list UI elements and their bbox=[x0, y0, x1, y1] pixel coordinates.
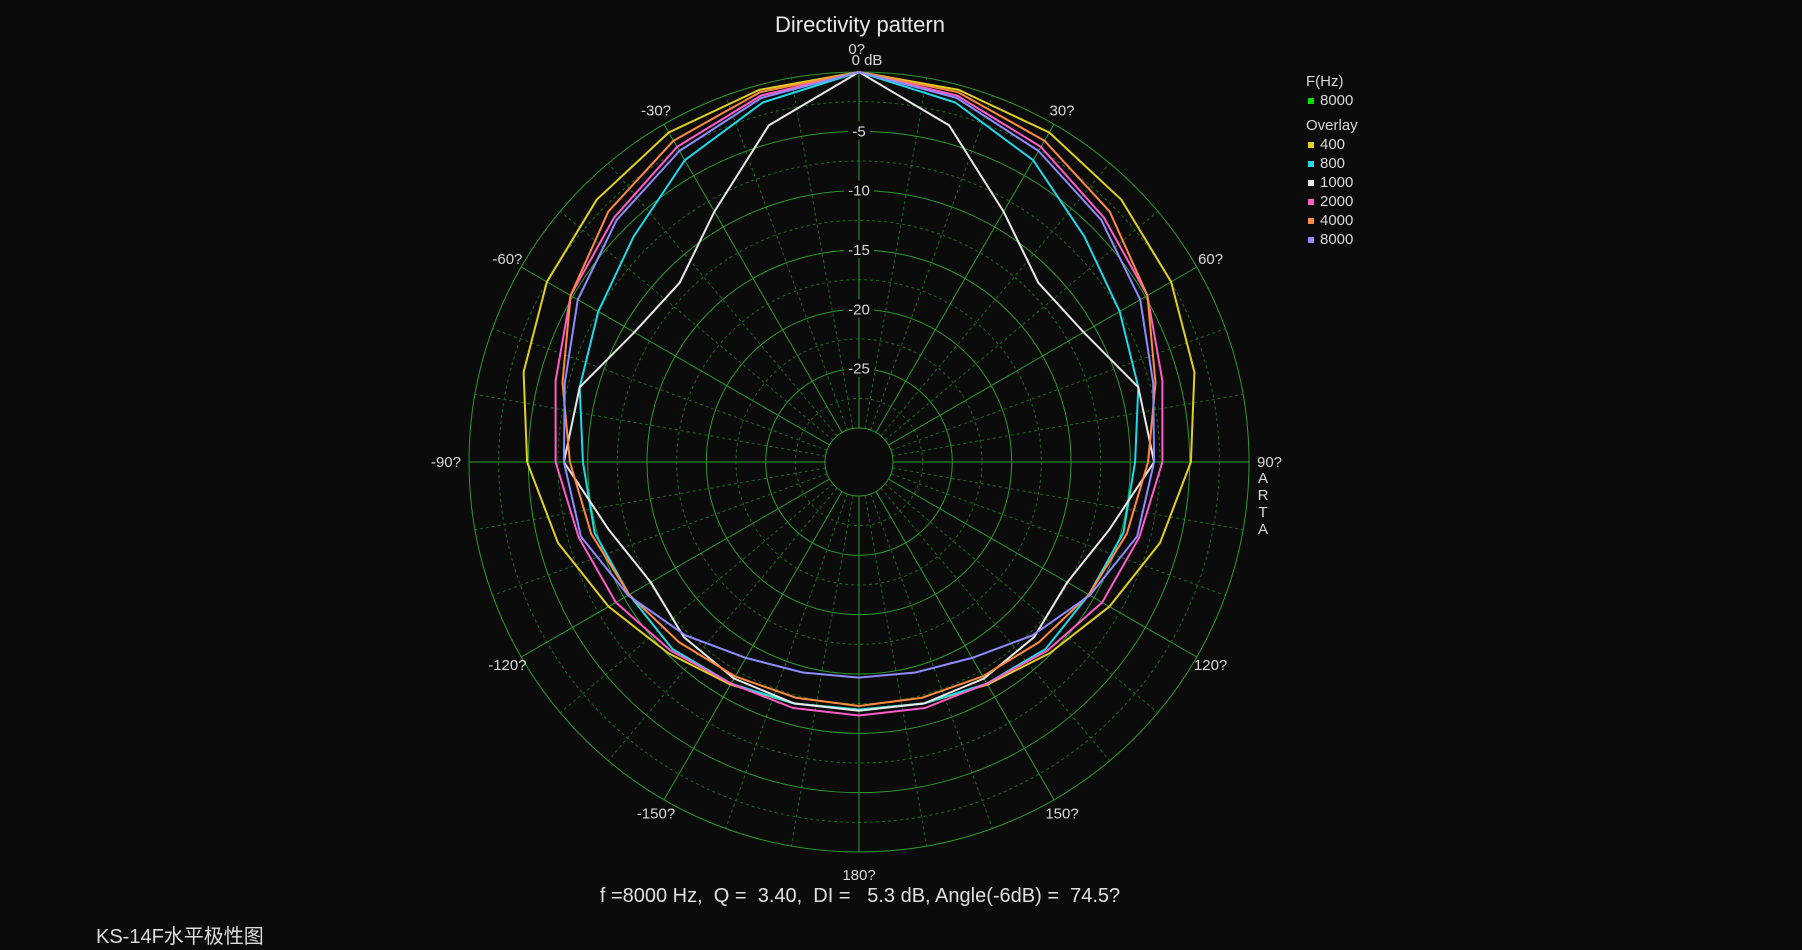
legend-label: 800 bbox=[1320, 155, 1346, 172]
legend-label: 8000 bbox=[1320, 231, 1354, 248]
legend-swatch bbox=[1308, 141, 1314, 148]
angle-tick-label: 150? bbox=[1045, 806, 1078, 823]
stats-line: f =8000 Hz, Q = 3.40, DI = 5.3 dB, Angle… bbox=[599, 885, 1121, 907]
arta-watermark: A R T A bbox=[1256, 470, 1270, 538]
legend-label: 1000 bbox=[1320, 174, 1354, 191]
legend-overlay-header: Overlay bbox=[1306, 117, 1358, 134]
chart-title: Directivity pattern bbox=[775, 12, 945, 37]
polar-chart: 0 dB-5-10-15-20-250?30?60?90?120?150?180… bbox=[431, 41, 1282, 884]
watermark-letter: A bbox=[1257, 521, 1268, 538]
angle-tick-label: -150? bbox=[637, 806, 675, 823]
legend-header: F(Hz) bbox=[1306, 73, 1344, 90]
watermark-letter: T bbox=[1258, 504, 1268, 521]
radial-tick-label: -20 bbox=[848, 301, 870, 318]
watermark-letter: A bbox=[1257, 470, 1268, 487]
radial-tick-label: -25 bbox=[848, 361, 870, 378]
angle-tick-label: 90? bbox=[1257, 454, 1282, 471]
legend-item-overlay: 4000 bbox=[1306, 211, 1358, 230]
angle-tick-label: 180? bbox=[842, 867, 875, 884]
watermark-letter: R bbox=[1257, 487, 1269, 504]
legend-swatch bbox=[1308, 97, 1314, 104]
legend-item-overlay: 800 bbox=[1306, 154, 1358, 173]
legend-item-overlay: 8000 bbox=[1306, 230, 1358, 249]
angle-tick-label: -90? bbox=[431, 454, 461, 471]
legend-item-overlay: 2000 bbox=[1306, 192, 1358, 211]
angle-tick-label: 60? bbox=[1198, 251, 1223, 268]
angle-tick-label: 30? bbox=[1049, 102, 1074, 119]
angle-tick-label: -60? bbox=[492, 251, 522, 268]
legend: F(Hz) 8000 Overlay 400 800 1000 2000 400… bbox=[1306, 72, 1358, 249]
legend-swatch bbox=[1308, 179, 1314, 186]
legend-swatch bbox=[1308, 236, 1314, 243]
legend-item-current: 8000 bbox=[1306, 91, 1358, 110]
legend-item-overlay: 1000 bbox=[1306, 173, 1358, 192]
angle-tick-label: 0? bbox=[848, 41, 865, 58]
legend-label: 2000 bbox=[1320, 193, 1354, 210]
major-ring bbox=[824, 427, 894, 497]
radial-tick-label: -5 bbox=[852, 123, 865, 140]
angle-tick-label: 120? bbox=[1194, 657, 1227, 674]
legend-swatch bbox=[1308, 217, 1314, 224]
figure-caption: KS-14F水平极性图 bbox=[96, 926, 264, 948]
legend-label: 8000 bbox=[1320, 92, 1354, 109]
angle-tick-label: -30? bbox=[641, 102, 671, 119]
radial-tick-label: -15 bbox=[848, 242, 870, 259]
angle-tick-label: -120? bbox=[488, 657, 526, 674]
legend-swatch bbox=[1308, 198, 1314, 205]
legend-label: 400 bbox=[1320, 136, 1346, 153]
legend-swatch bbox=[1308, 160, 1314, 167]
legend-label: 4000 bbox=[1320, 212, 1354, 229]
legend-item-overlay: 400 bbox=[1306, 135, 1358, 154]
radial-tick-label: -10 bbox=[848, 183, 870, 200]
